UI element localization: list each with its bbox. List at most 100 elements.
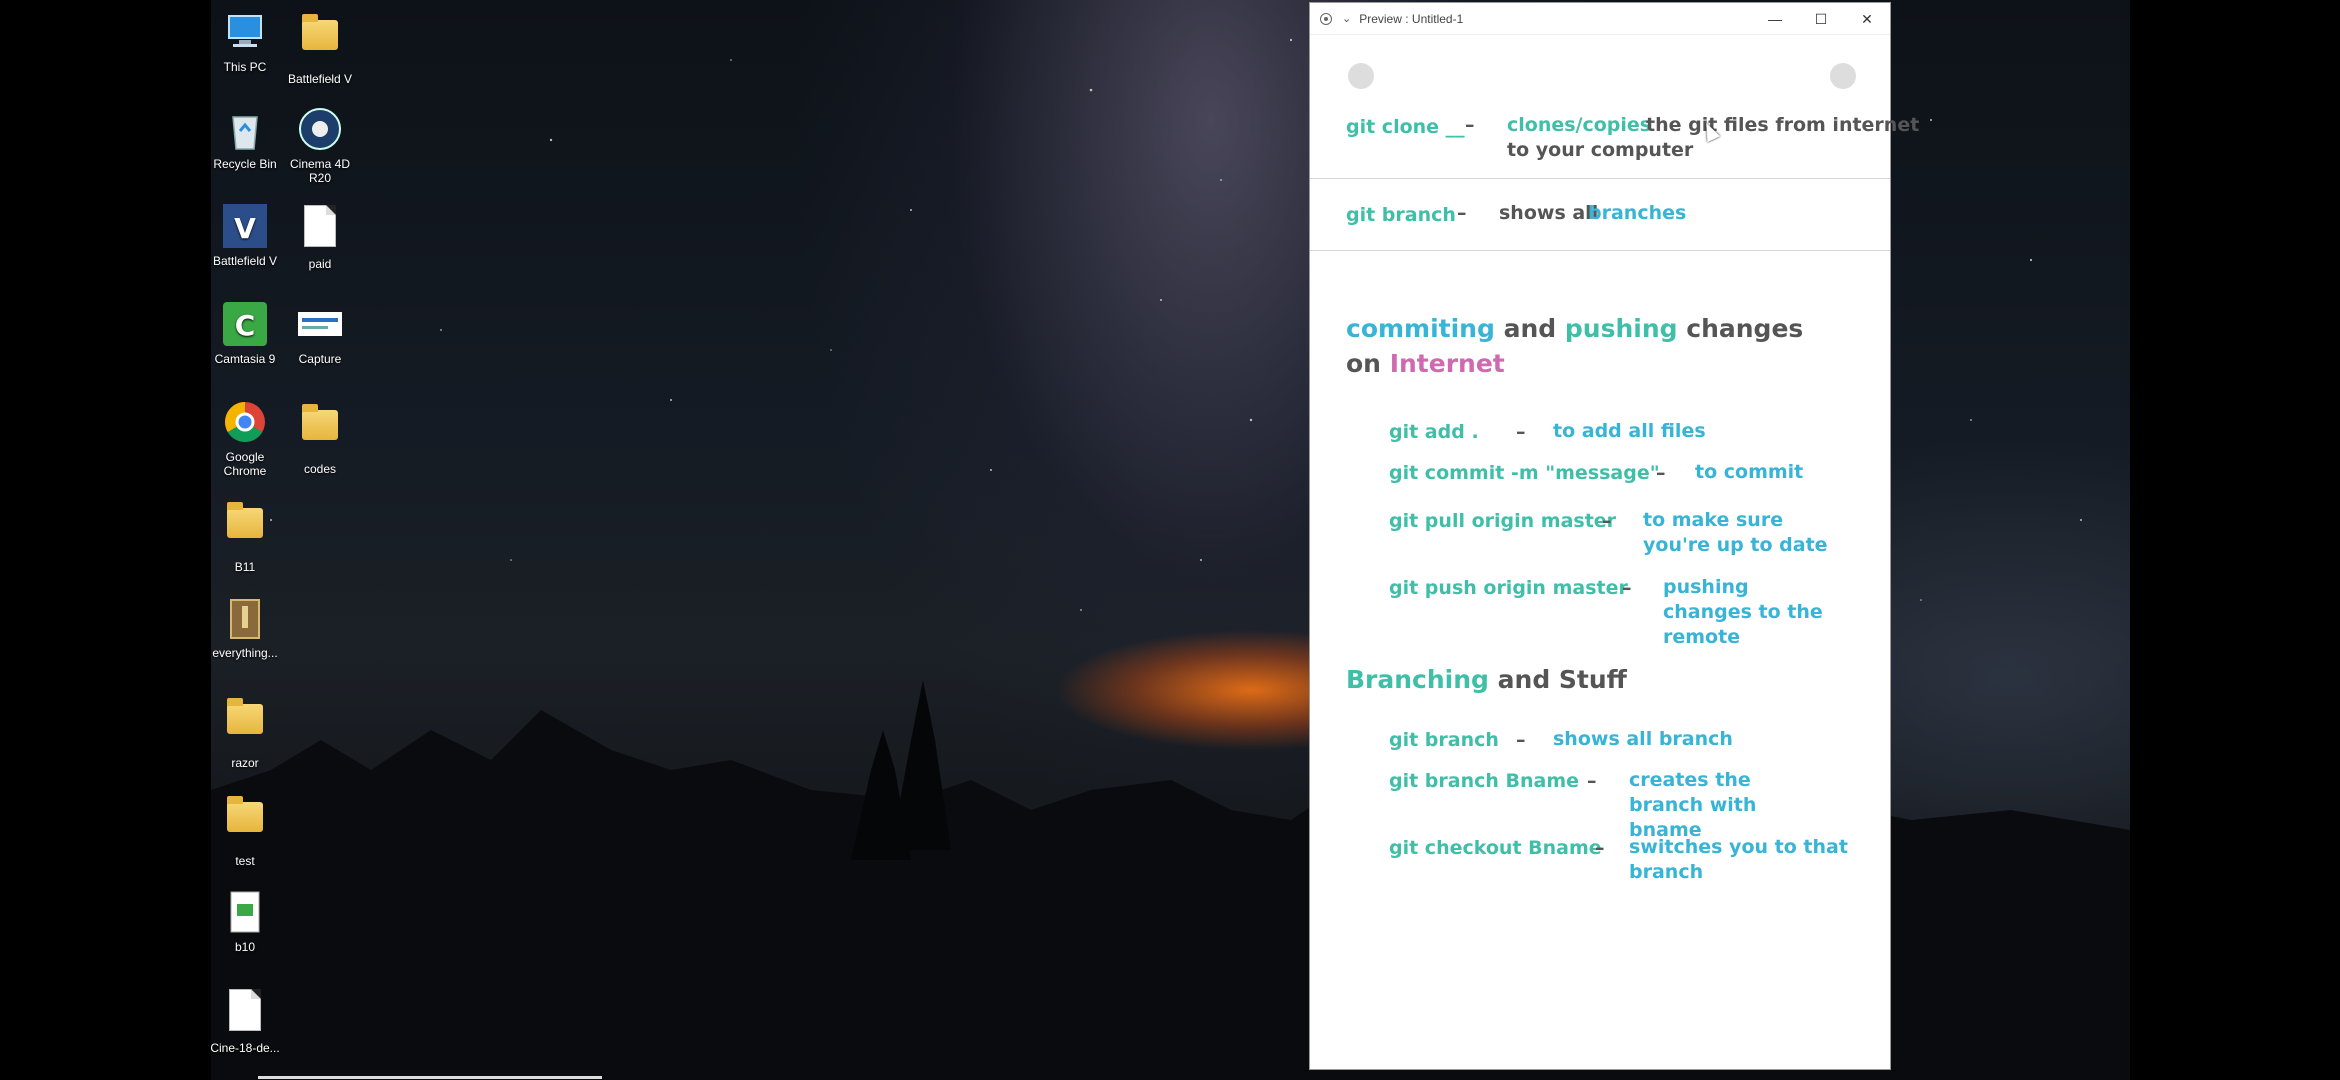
desktop-icon[interactable]: B11 bbox=[211, 496, 282, 574]
desktop-icon[interactable]: paid bbox=[283, 202, 357, 271]
desktop-icon-label: Battlefield V bbox=[287, 72, 353, 86]
system-menu-icon[interactable] bbox=[1320, 12, 1332, 25]
desktop-icon[interactable]: C Camtasia 9 bbox=[211, 300, 282, 366]
desktop-icon-label: Camtasia 9 bbox=[214, 352, 276, 366]
command-desc: shows all branch bbox=[1553, 728, 1733, 750]
clone-dash: – bbox=[1465, 114, 1475, 136]
desktop-icon-label: test bbox=[235, 854, 255, 868]
cinema4d-icon bbox=[296, 105, 344, 153]
battlefield-app-icon: V bbox=[221, 202, 269, 250]
maximize-button[interactable]: ☐ bbox=[1798, 3, 1844, 35]
command-dash: – bbox=[1516, 421, 1526, 443]
desktop-icon-label: This PC bbox=[223, 60, 267, 74]
command-dash: – bbox=[1587, 770, 1597, 792]
branch-command: git branch bbox=[1346, 204, 1456, 226]
branch-desc: shows all bbox=[1499, 202, 1599, 224]
command-desc: to make sure you're up to date bbox=[1643, 509, 1828, 556]
desktop-icon[interactable]: Cine-18-de... bbox=[211, 986, 282, 1055]
taskbar-progress-line bbox=[258, 1076, 602, 1079]
computer-icon bbox=[221, 8, 269, 56]
clone-command: git clone __ bbox=[1346, 116, 1465, 138]
heading-word: and bbox=[1503, 314, 1557, 343]
zip-folder-icon bbox=[296, 404, 344, 458]
desktop-icon-label: b10 bbox=[234, 940, 256, 954]
desktop-icon[interactable]: This PC bbox=[211, 8, 282, 74]
chrome-icon bbox=[221, 398, 269, 446]
command-desc: pushing changes to the remote bbox=[1663, 576, 1823, 648]
heading-word: Internet bbox=[1389, 349, 1505, 378]
desktop-icon[interactable]: Battlefield V bbox=[283, 8, 357, 86]
desktop-icon-label: Google Chrome bbox=[223, 450, 267, 478]
file-icon bbox=[221, 888, 269, 936]
desktop-icon[interactable]: codes bbox=[283, 398, 357, 476]
document-icon bbox=[221, 989, 269, 1037]
desktop-icon[interactable]: Capture bbox=[283, 300, 357, 366]
command-dash: – bbox=[1622, 577, 1632, 599]
folder-icon bbox=[221, 698, 269, 752]
branch-dash: – bbox=[1457, 202, 1467, 224]
archive-icon bbox=[221, 594, 269, 642]
command-dash: – bbox=[1595, 837, 1605, 859]
command-dash: – bbox=[1656, 462, 1666, 484]
section-heading-commit-line2: on Internet bbox=[1346, 349, 1505, 378]
window-titlebar[interactable]: ⌄ Preview : Untitled-1 — ☐ ✕ bbox=[1310, 3, 1890, 35]
minimize-button[interactable]: — bbox=[1752, 3, 1798, 35]
chevron-down-icon[interactable]: ⌄ bbox=[1342, 12, 1351, 25]
command-dash: – bbox=[1516, 729, 1526, 751]
clone-desc-highlight: clones/copies bbox=[1507, 114, 1652, 136]
command-git-commit: git commit -m "message" bbox=[1389, 462, 1660, 484]
close-button[interactable]: ✕ bbox=[1844, 3, 1890, 35]
desktop-icon-label: Recycle Bin bbox=[213, 157, 277, 171]
folder-icon bbox=[296, 14, 344, 68]
divider bbox=[1310, 178, 1890, 179]
desktop-icon-label: codes bbox=[303, 462, 337, 476]
desktop-icon[interactable]: b10 bbox=[211, 888, 282, 954]
heading-word: and Stuff bbox=[1497, 665, 1627, 694]
desktop-icon[interactable]: V Battlefield V bbox=[211, 202, 282, 268]
section-heading-branching: Branching and Stuff bbox=[1346, 665, 1627, 694]
circle-marker-left bbox=[1348, 63, 1374, 89]
svg-text:V: V bbox=[234, 212, 256, 245]
desktop-icon-label: Capture bbox=[298, 352, 342, 366]
circle-marker-right bbox=[1830, 63, 1856, 89]
command-git-add: git add . bbox=[1389, 421, 1479, 443]
desktop-icon-label: Cinema 4D R20 bbox=[289, 157, 351, 185]
divider bbox=[1310, 250, 1890, 251]
command-desc: to add all files bbox=[1553, 420, 1706, 442]
desktop-icon[interactable]: test bbox=[211, 790, 282, 868]
command-git-checkout: git checkout Bname bbox=[1389, 837, 1602, 859]
desktop-icon-label: paid bbox=[308, 257, 332, 271]
desktop-icon-label: everything... bbox=[212, 646, 278, 660]
command-desc: to commit bbox=[1695, 461, 1804, 483]
image-icon bbox=[296, 300, 344, 348]
desktop-icon[interactable]: Recycle Bin bbox=[211, 105, 282, 171]
preview-window[interactable]: ⌄ Preview : Untitled-1 — ☐ ✕ git clone _… bbox=[1309, 2, 1919, 1070]
command-git-branch-bname: git branch Bname bbox=[1389, 770, 1580, 792]
desktop-icon[interactable]: everything... bbox=[211, 594, 282, 660]
branch-desc-highlight: branches bbox=[1588, 202, 1687, 224]
command-desc: creates the branch with bname bbox=[1629, 769, 1757, 841]
desktop-icon-label: B11 bbox=[234, 560, 256, 574]
heading-word: changes bbox=[1686, 314, 1804, 343]
zip-folder-icon bbox=[221, 502, 269, 556]
svg-text:C: C bbox=[235, 309, 256, 342]
window-title: Preview : Untitled-1 bbox=[1359, 11, 1464, 26]
heading-word: pushing bbox=[1564, 314, 1678, 343]
desktop-icon[interactable]: razor bbox=[211, 692, 282, 770]
command-git-branch: git branch bbox=[1389, 729, 1499, 751]
preview-content: git clone __ – clones/copies the git fil… bbox=[1310, 36, 1919, 1069]
desktop-icon-label: Battlefield V bbox=[212, 254, 278, 268]
recycle-bin-icon bbox=[221, 105, 269, 153]
camtasia-icon: C bbox=[221, 300, 269, 348]
heading-word: commiting bbox=[1346, 314, 1495, 343]
desktop-icon-label: razor bbox=[231, 756, 259, 770]
command-dash: – bbox=[1602, 510, 1612, 532]
command-desc: switches you to that branch bbox=[1629, 836, 1848, 883]
section-heading-commit: commiting and pushing changes bbox=[1346, 314, 1803, 343]
heading-word: Branching bbox=[1346, 665, 1489, 694]
desktop-icon-label: Cine-18-de... bbox=[211, 1041, 280, 1055]
desktop-icon[interactable]: Cinema 4D R20 bbox=[283, 105, 357, 185]
command-git-pull: git pull origin master bbox=[1389, 510, 1617, 532]
desktop-icon[interactable]: Google Chrome bbox=[211, 398, 282, 478]
clone-desc-line2: to your computer bbox=[1507, 139, 1694, 161]
